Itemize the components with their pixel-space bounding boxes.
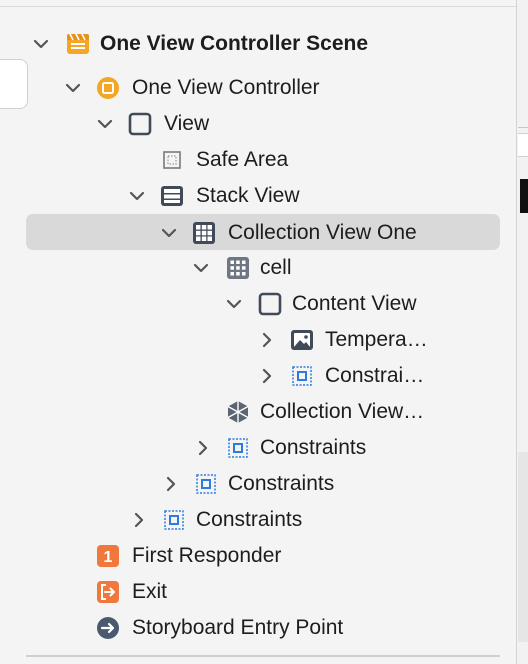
document-outline-panel: One View Controller Scene One View Contr…: [0, 0, 517, 664]
outline-item-label: Constraints: [196, 508, 303, 531]
chevron-right-icon[interactable]: [258, 331, 276, 349]
outline-item-label: Constrai…: [325, 364, 425, 387]
stack-view-icon: [161, 186, 183, 206]
outline-row-constraints[interactable]: Constraints: [0, 430, 516, 466]
exit-icon: [97, 581, 119, 603]
safe-area-icon: [163, 151, 181, 169]
chevron-down-icon[interactable]: [192, 259, 210, 277]
outline-item-label: cell: [260, 256, 292, 279]
outline-row-first-responder[interactable]: 1 First Responder: [0, 538, 516, 574]
outline-row-image-view[interactable]: Tempera…: [0, 322, 516, 358]
outline-row-view[interactable]: View: [0, 106, 516, 142]
chevron-right-icon[interactable]: [194, 439, 212, 457]
chevron-down-icon[interactable]: [160, 224, 178, 242]
chevron-down-icon[interactable]: [225, 295, 243, 313]
view-icon: [128, 112, 152, 136]
outline-row-content-view[interactable]: Content View: [0, 286, 516, 322]
outline-item-label: One View Controller Scene: [100, 32, 369, 55]
outline-row-view-controller[interactable]: One View Controller: [0, 70, 516, 106]
outline-item-label: Constraints: [260, 436, 367, 459]
outline-row-exit[interactable]: Exit: [0, 574, 516, 610]
outline-row-flow-layout[interactable]: Collection View…: [0, 394, 516, 430]
outline-row-stack-view[interactable]: Stack View: [0, 178, 516, 214]
chevron-down-icon[interactable]: [32, 35, 50, 53]
outline-row-constraints[interactable]: Constrai…: [0, 358, 516, 394]
outline-item-label: Storyboard Entry Point: [132, 616, 344, 639]
scene-icon: [67, 33, 89, 54]
chevron-down-icon[interactable]: [96, 115, 114, 133]
image-view-icon: [291, 330, 313, 350]
outline-row-cell[interactable]: cell: [0, 250, 516, 286]
outline-row-safe-area[interactable]: Safe Area: [0, 142, 516, 178]
outline-item-label: Tempera…: [325, 328, 428, 351]
chevron-right-icon[interactable]: [258, 367, 276, 385]
outline-item-label: One View Controller: [132, 76, 320, 99]
constraints-icon: [164, 510, 184, 530]
first-responder-badge: 1: [104, 549, 113, 566]
outline-row-entry-point[interactable]: Storyboard Entry Point: [0, 610, 516, 646]
bottom-divider: [26, 655, 500, 657]
canvas-edge-block: [520, 179, 528, 213]
view-controller-icon: [97, 77, 119, 99]
outline-item-label: First Responder: [132, 544, 282, 567]
outline-item-label: Constraints: [228, 472, 335, 495]
outline-item-label: Exit: [132, 580, 168, 603]
outline-row-scene[interactable]: One View Controller Scene: [0, 26, 516, 62]
flow-layout-icon: [227, 401, 249, 423]
constraints-icon: [196, 474, 216, 494]
chevron-down-icon[interactable]: [64, 79, 82, 97]
top-divider: [0, 6, 516, 7]
canvas-edge-line: [518, 127, 528, 128]
outline-row-constraints[interactable]: Constraints: [0, 466, 516, 502]
chevron-down-icon[interactable]: [128, 187, 146, 205]
canvas-edge-field: [518, 133, 528, 157]
constraints-icon: [292, 366, 312, 386]
outline-row-collection-view-one[interactable]: Collection View One: [0, 214, 516, 251]
outline-item-label: Collection View One: [228, 221, 417, 244]
outline-item-label: Content View: [292, 292, 417, 315]
cell-icon: [227, 257, 249, 279]
outline-item-label: Stack View: [196, 184, 300, 207]
outline-item-label: Safe Area: [196, 148, 289, 171]
outline-row-constraints[interactable]: Constraints: [0, 502, 516, 538]
entry-point-icon: [97, 617, 119, 639]
constraints-icon: [228, 438, 248, 458]
view-icon: [258, 292, 282, 316]
collection-view-icon: [193, 222, 215, 244]
canvas-edge-panel: [518, 452, 528, 642]
chevron-right-icon[interactable]: [130, 511, 148, 529]
outline-item-label: View: [164, 112, 210, 135]
chevron-right-icon[interactable]: [162, 475, 180, 493]
first-responder-icon: 1: [97, 545, 119, 567]
outline-item-label: Collection View…: [260, 400, 425, 423]
